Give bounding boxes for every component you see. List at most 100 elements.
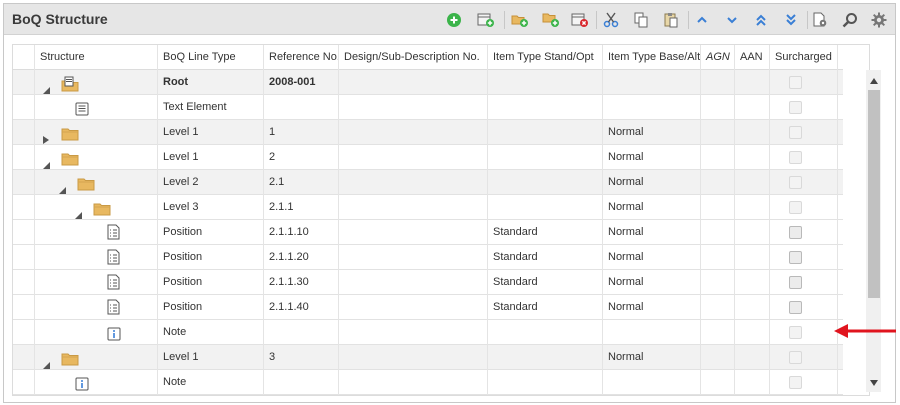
item-type-base-alt-cell[interactable]: Normal	[603, 120, 701, 145]
copy-button[interactable]	[631, 10, 651, 30]
reference-no-cell[interactable]: 2.1.1.10	[264, 220, 339, 245]
search-button[interactable]	[840, 10, 860, 30]
table-row[interactable]: Note	[13, 320, 843, 345]
table-row[interactable]: Text Element	[13, 95, 843, 120]
item-type-base-alt-cell[interactable]: Normal	[603, 270, 701, 295]
agn-cell[interactable]	[701, 345, 735, 370]
agn-cell[interactable]	[701, 270, 735, 295]
structure-cell[interactable]	[35, 345, 158, 370]
aan-cell[interactable]	[735, 70, 770, 95]
design-sub-description-cell[interactable]	[339, 345, 488, 370]
item-type-stand-opt-cell[interactable]	[488, 120, 603, 145]
row-selector[interactable]	[13, 220, 35, 245]
aan-cell[interactable]	[735, 220, 770, 245]
expand-arrow-icon[interactable]	[43, 129, 51, 144]
row-selector[interactable]	[13, 195, 35, 220]
reference-no-cell[interactable]: 2.1.1.20	[264, 245, 339, 270]
agn-cell[interactable]	[701, 145, 735, 170]
table-row[interactable]: Level 1 1 Normal	[13, 120, 843, 145]
row-selector[interactable]	[13, 170, 35, 195]
surcharged-checkbox[interactable]	[789, 276, 802, 289]
structure-cell[interactable]	[35, 195, 158, 220]
reference-no-cell[interactable]: 3	[264, 345, 339, 370]
structure-cell[interactable]	[35, 170, 158, 195]
item-type-stand-opt-cell[interactable]	[488, 370, 603, 395]
table-row[interactable]: Position 2.1.1.40 Standard Normal	[13, 295, 843, 320]
structure-cell[interactable]	[35, 320, 158, 345]
collapse-arrow-icon[interactable]	[43, 154, 51, 169]
structure-cell[interactable]	[35, 145, 158, 170]
structure-cell[interactable]	[35, 220, 158, 245]
column-header[interactable]: Item Type Stand/Opt	[488, 45, 603, 70]
item-type-base-alt-cell[interactable]: Normal	[603, 220, 701, 245]
design-sub-description-cell[interactable]	[339, 70, 488, 95]
boq-line-type-cell[interactable]: Position	[158, 245, 264, 270]
item-type-base-alt-cell[interactable]	[603, 95, 701, 120]
item-type-stand-opt-cell[interactable]: Standard	[488, 270, 603, 295]
vertical-scrollbar[interactable]	[866, 70, 881, 392]
aan-cell[interactable]	[735, 345, 770, 370]
boq-line-type-cell[interactable]: Text Element	[158, 95, 264, 120]
boq-line-type-cell[interactable]: Position	[158, 270, 264, 295]
cut-button[interactable]	[601, 10, 621, 30]
paste-button[interactable]	[661, 10, 681, 30]
boq-line-type-cell[interactable]: Level 2	[158, 170, 264, 195]
item-type-stand-opt-cell[interactable]: Standard	[488, 245, 603, 270]
boq-line-type-cell[interactable]: Level 1	[158, 345, 264, 370]
table-row[interactable]: Level 3 2.1.1 Normal	[13, 195, 843, 220]
structure-cell[interactable]	[35, 120, 158, 145]
column-header[interactable]: AGN	[701, 45, 735, 70]
item-type-base-alt-cell[interactable]: Normal	[603, 345, 701, 370]
delete-button[interactable]	[570, 10, 590, 30]
design-sub-description-cell[interactable]	[339, 170, 488, 195]
aan-cell[interactable]	[735, 370, 770, 395]
row-selector[interactable]	[13, 320, 35, 345]
reference-no-cell[interactable]: 2.1	[264, 170, 339, 195]
column-header[interactable]: Reference No.	[264, 45, 339, 70]
boq-line-type-cell[interactable]: Note	[158, 370, 264, 395]
table-row[interactable]: Root 2008-001	[13, 70, 843, 95]
row-selector[interactable]	[13, 295, 35, 320]
agn-cell[interactable]	[701, 120, 735, 145]
design-sub-description-cell[interactable]	[339, 270, 488, 295]
boq-line-type-cell[interactable]: Level 1	[158, 120, 264, 145]
agn-cell[interactable]	[701, 70, 735, 95]
item-type-stand-opt-cell[interactable]	[488, 345, 603, 370]
move-bottom-button[interactable]	[781, 10, 801, 30]
item-type-base-alt-cell[interactable]: Normal	[603, 195, 701, 220]
surcharged-checkbox[interactable]	[789, 226, 802, 239]
new-level-button[interactable]	[510, 10, 530, 30]
item-type-base-alt-cell[interactable]	[603, 70, 701, 95]
table-row[interactable]: Position 2.1.1.10 Standard Normal	[13, 220, 843, 245]
aan-cell[interactable]	[735, 320, 770, 345]
reference-no-cell[interactable]: 2.1.1.30	[264, 270, 339, 295]
table-row[interactable]: Level 1 3 Normal	[13, 345, 843, 370]
boq-line-type-cell[interactable]: Position	[158, 295, 264, 320]
add-button[interactable]	[444, 10, 464, 30]
collapse-arrow-icon[interactable]	[59, 179, 67, 194]
scroll-down-button[interactable]	[866, 376, 881, 390]
column-header[interactable]: AAN	[735, 45, 770, 70]
design-sub-description-cell[interactable]	[339, 295, 488, 320]
reference-no-cell[interactable]: 2.1.1.40	[264, 295, 339, 320]
row-selector[interactable]	[13, 270, 35, 295]
design-sub-description-cell[interactable]	[339, 245, 488, 270]
reference-no-cell[interactable]: 2008-001	[264, 70, 339, 95]
new-sublevel-button[interactable]	[541, 10, 561, 30]
structure-cell[interactable]	[35, 295, 158, 320]
agn-cell[interactable]	[701, 320, 735, 345]
boq-line-type-cell[interactable]: Level 3	[158, 195, 264, 220]
reference-no-cell[interactable]	[264, 320, 339, 345]
structure-cell[interactable]	[35, 370, 158, 395]
aan-cell[interactable]	[735, 245, 770, 270]
row-selector[interactable]	[13, 120, 35, 145]
move-down-button[interactable]	[722, 10, 742, 30]
table-row[interactable]: Level 1 2 Normal	[13, 145, 843, 170]
agn-cell[interactable]	[701, 370, 735, 395]
scroll-thumb[interactable]	[868, 90, 880, 298]
boq-line-type-cell[interactable]: Level 1	[158, 145, 264, 170]
item-type-base-alt-cell[interactable]	[603, 370, 701, 395]
item-type-base-alt-cell[interactable]: Normal	[603, 145, 701, 170]
design-sub-description-cell[interactable]	[339, 95, 488, 120]
agn-cell[interactable]	[701, 295, 735, 320]
